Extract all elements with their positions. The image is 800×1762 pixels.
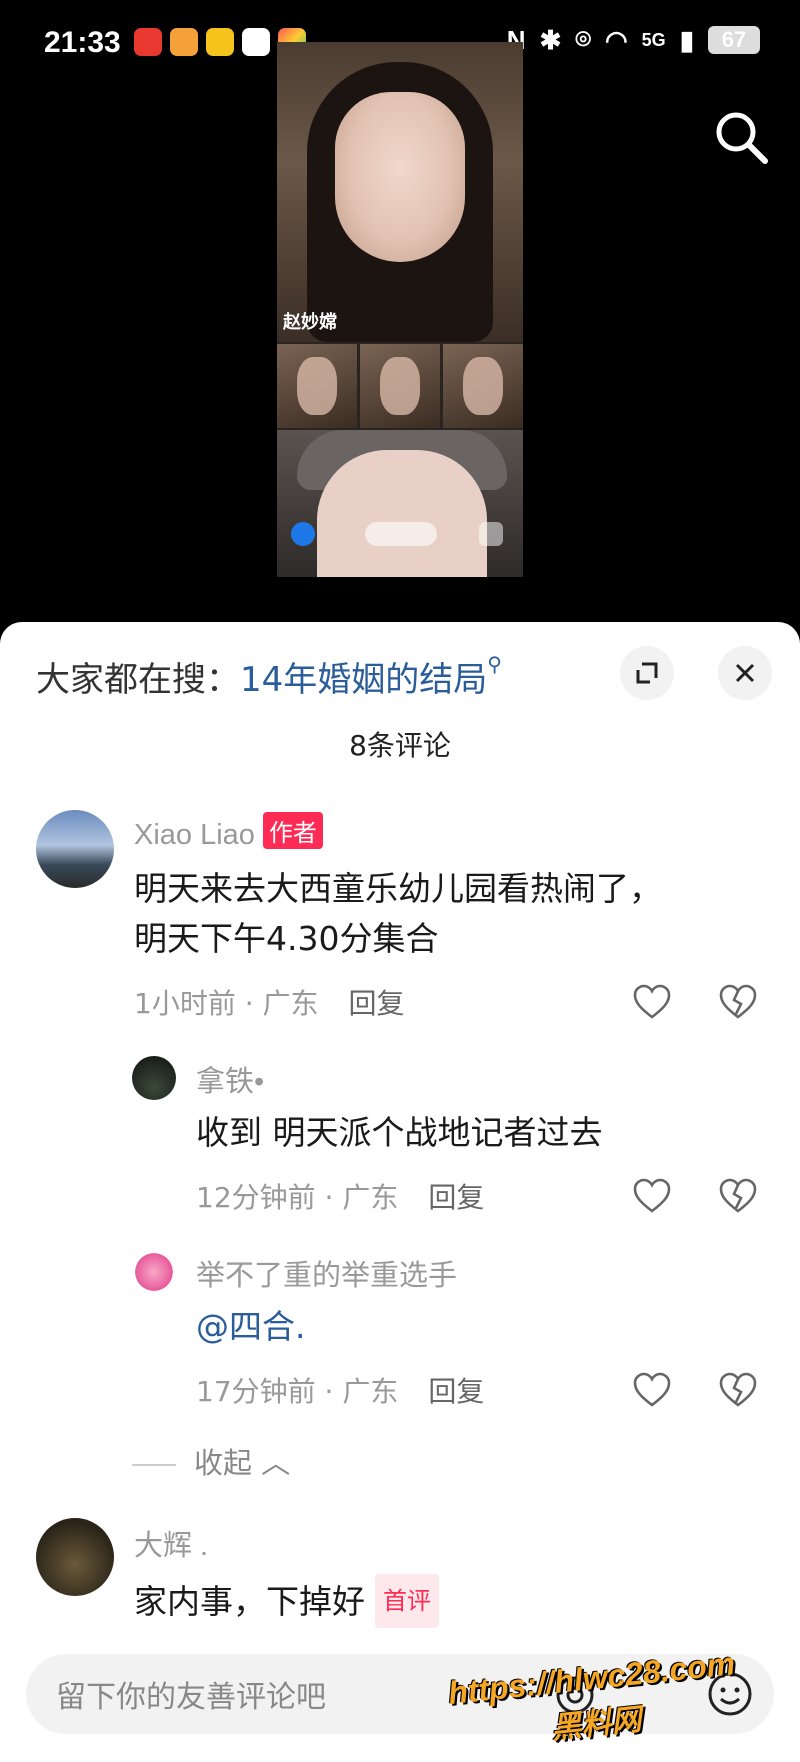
close-icon <box>735 663 755 683</box>
video-thumbnail-strip <box>277 344 523 428</box>
comment-time: 12分钟前 · 广东 <box>196 1181 399 1214</box>
video-thumbnail <box>277 344 357 428</box>
swap-icon <box>291 522 315 546</box>
wifi-icon: ◠ <box>604 24 628 55</box>
video-main-frame: 赵妙嫦 <box>277 42 523 342</box>
like-icon[interactable] <box>632 982 672 1022</box>
video-thumbnail <box>443 344 523 428</box>
comment-username[interactable]: Xiao Liao 作者 <box>134 812 323 852</box>
comment-time: 1小时前 · 广东 <box>134 987 319 1020</box>
comment-text[interactable]: @四合. <box>196 1302 306 1352</box>
like-icon[interactable] <box>632 1370 672 1410</box>
comment-input-placeholder: 留下你的友善评论吧 <box>56 1680 326 1715</box>
comment-username[interactable]: 大辉 . <box>134 1522 208 1564</box>
search-icon[interactable] <box>712 108 770 166</box>
comment-username[interactable]: 拿铁• <box>196 1058 264 1100</box>
signal-icon: ▮ <box>679 24 694 55</box>
comment-meta: 12分钟前 · 广东 回复 <box>196 1176 484 1216</box>
status-time: 21:33 <box>44 26 121 59</box>
username-text: Xiao Liao <box>134 819 255 851</box>
bluetooth-icon: ✱ <box>539 24 562 55</box>
video-thumbnail <box>360 344 440 428</box>
dislike-icon[interactable] <box>718 1176 758 1216</box>
chevron-up-icon: ︿ <box>261 1446 291 1480</box>
comment-count: 8条评论 <box>349 729 451 762</box>
video-face-shape <box>317 450 487 577</box>
comment-text: 明天来去大西童乐幼儿园看热闹了， 明天下午4.30分集合 <box>134 864 662 964</box>
app-icon-orange <box>170 28 198 56</box>
comment-sheet: 大家都在搜：14年婚姻的结局⚲ 8条评论 Xiao Liao 作者 明天来去大西童… <box>0 622 800 1762</box>
location-icon: ⌾ <box>575 24 591 54</box>
expand-button[interactable] <box>620 646 674 700</box>
author-badge: 作者 <box>262 812 323 849</box>
avatar[interactable] <box>132 1250 176 1294</box>
divider <box>132 1464 176 1466</box>
app-icon-yellow <box>206 28 234 56</box>
comment-time: 17分钟前 · 广东 <box>196 1375 399 1408</box>
battery-icon: 67 <box>708 26 760 54</box>
comment-text-line: 明天下午4.30分集合 <box>134 919 439 958</box>
collapse-replies-button[interactable]: 收起 ︿ <box>132 1440 290 1482</box>
comment-text-body: 家内事，下掉好 <box>134 1582 365 1621</box>
signal-label: 5G <box>641 29 666 50</box>
trending-search[interactable]: 大家都在搜：14年婚姻的结局⚲ <box>36 652 502 701</box>
dislike-icon[interactable] <box>718 982 758 1022</box>
collapse-label: 收起 <box>194 1446 253 1480</box>
video-bottom-frame <box>277 430 523 577</box>
like-icon[interactable] <box>632 1176 672 1216</box>
comment-text-line: 明天来去大西童乐幼儿园看热闹了， <box>134 869 662 908</box>
video-face-shape <box>335 92 465 262</box>
reply-button[interactable]: 回复 <box>349 987 405 1020</box>
video-player[interactable]: 赵妙嫦 <box>277 42 523 577</box>
expand-icon <box>636 662 658 684</box>
toutiao-app-icon <box>134 28 162 56</box>
reply-button[interactable]: 回复 <box>428 1181 484 1214</box>
video-square-icon <box>479 522 503 546</box>
comment-text: 家内事，下掉好 首评 <box>134 1574 439 1628</box>
first-comment-badge: 首评 <box>375 1574 439 1628</box>
close-button[interactable] <box>718 646 772 700</box>
avatar[interactable] <box>36 1518 114 1596</box>
trending-keyword[interactable]: 14年婚姻的结局 <box>240 660 487 700</box>
trending-prefix: 大家都在搜： <box>36 660 240 700</box>
tiktok-app-icon <box>242 28 270 56</box>
dislike-icon[interactable] <box>718 1370 758 1410</box>
avatar[interactable] <box>36 810 114 888</box>
video-toggle-pill <box>365 522 437 546</box>
avatar[interactable] <box>132 1056 176 1100</box>
comment-meta: 1小时前 · 广东 回复 <box>134 982 405 1022</box>
comment-text: 收到 明天派个战地记者过去 <box>196 1113 603 1152</box>
reply-button[interactable]: 回复 <box>428 1375 484 1408</box>
search-small-icon: ⚲ <box>487 652 502 676</box>
comment-meta: 17分钟前 · 广东 回复 <box>196 1370 484 1410</box>
system-icons: N ✱ ⌾ ◠ 5G ▮ 67 <box>507 24 760 56</box>
video-caption: 赵妙嫦 <box>283 312 337 333</box>
comment-username[interactable]: 举不了重的举重选手 <box>196 1252 457 1294</box>
